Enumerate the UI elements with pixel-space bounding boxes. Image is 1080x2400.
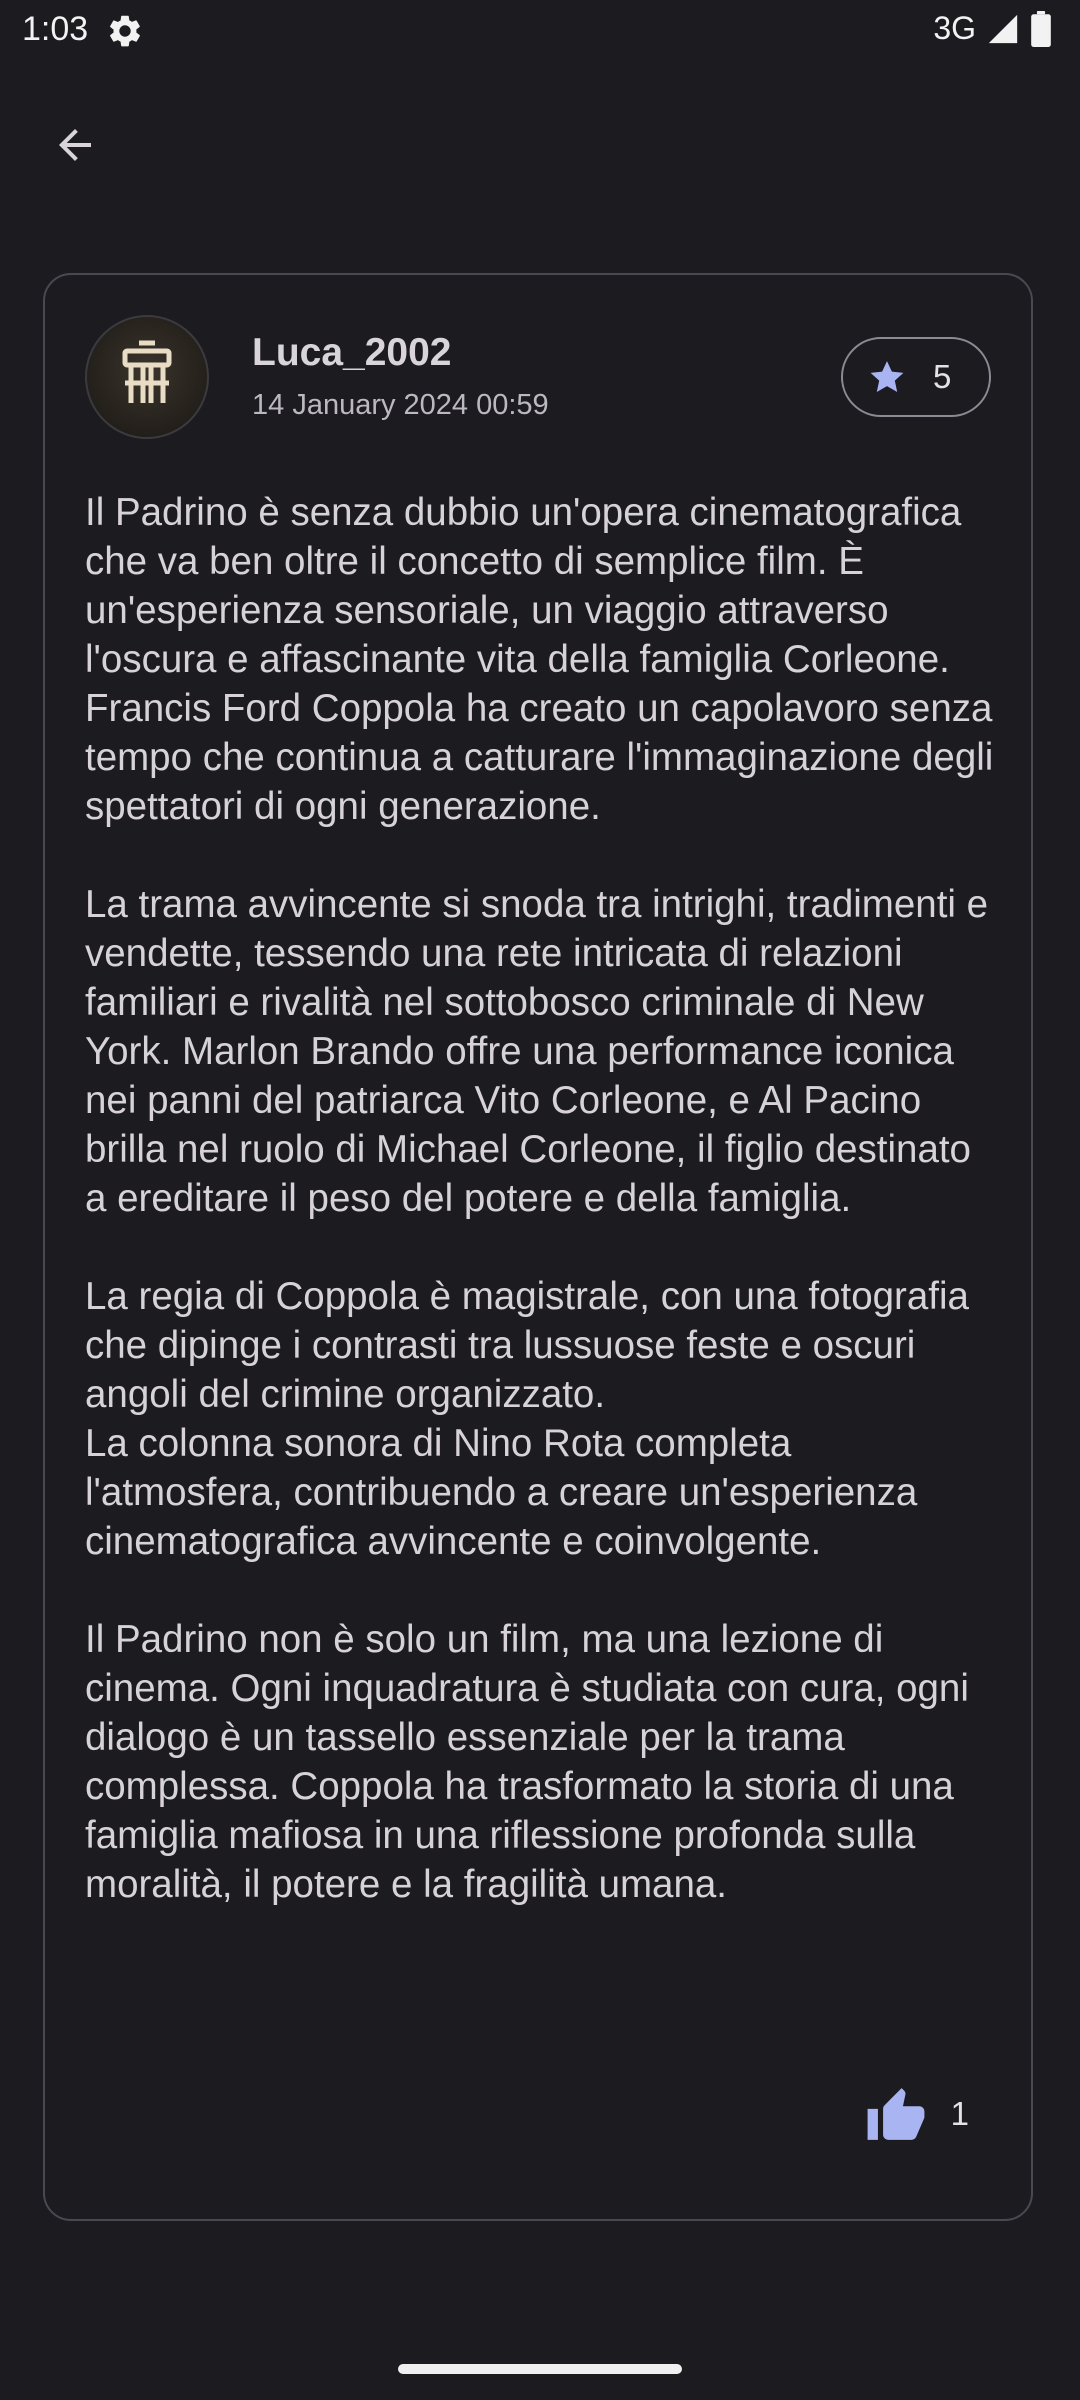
rating-value: 5	[933, 358, 952, 395]
network-type: 3G	[933, 10, 976, 46]
gear-icon	[110, 15, 140, 47]
thumbs-up-icon	[867, 2088, 925, 2140]
status-time: 1:03	[22, 10, 89, 48]
review-card: Luca_2002 14 January 2024 00:59 5 Il Pad…	[43, 273, 1033, 2221]
review-body: Il Padrino è senza dubbio un'opera cinem…	[85, 488, 995, 1958]
review-paragraph: La trama avvincente si snoda tra intrigh…	[85, 883, 989, 1220]
review-paragraph: Il Padrino è senza dubbio un'opera cinem…	[85, 491, 994, 828]
back-button[interactable]	[40, 110, 110, 180]
like-count: 1	[950, 2095, 969, 2132]
username[interactable]: Luca_2002	[252, 331, 451, 375]
avatar-logo-icon	[122, 340, 172, 403]
status-bar: 1:03 3G	[0, 0, 1080, 64]
battery-icon	[1031, 10, 1051, 47]
home-indicator[interactable]	[398, 2364, 682, 2374]
rating-chip[interactable]: 5	[841, 337, 991, 417]
like-button[interactable]: 1	[865, 2085, 969, 2143]
review-paragraph: La regia di Coppola è magistrale, con un…	[85, 1275, 969, 1563]
star-icon	[870, 361, 904, 392]
arrow-left-icon	[59, 129, 91, 161]
review-timestamp: 14 January 2024 00:59	[252, 389, 549, 421]
status-right-group: 3G	[933, 10, 1052, 47]
review-paragraph: Il Padrino non è solo un film, ma una le…	[85, 1618, 969, 1906]
signal-icon	[988, 14, 1018, 43]
avatar[interactable]	[85, 315, 209, 439]
